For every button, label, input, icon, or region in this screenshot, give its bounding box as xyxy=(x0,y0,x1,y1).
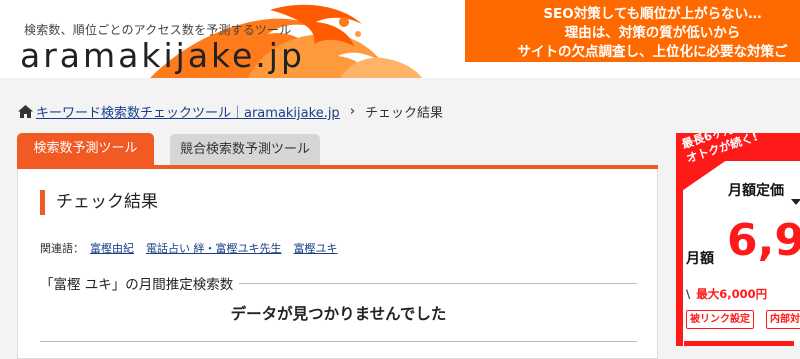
monthly-heading: 「富樫 ユキ」の月間推定検索数 xyxy=(40,273,240,293)
breadcrumb: キーワード検索数チェックツール｜aramakijake.jp › チェック結果 xyxy=(18,102,443,121)
ad-price: 6,9 xyxy=(727,215,800,266)
breadcrumb-current: チェック結果 xyxy=(365,106,444,121)
caret-down-icon xyxy=(791,199,800,205)
promo-banner[interactable]: SEO対策しても順位が上がらない… 理由は、対策の質が低いから サイトの欠点調査… xyxy=(465,0,800,62)
related-keywords: 関連語： 富樫由紀 電話占い 絆・富樫ユキ先生 富樫ユキ xyxy=(40,240,338,256)
related-link-3[interactable]: 富樫ユキ xyxy=(294,242,338,255)
divider xyxy=(40,341,637,342)
banner-line-2: 理由は、対策の質が低いから xyxy=(564,25,741,41)
ad-discount: \ 最大6,000円 xyxy=(686,286,767,302)
ad-price-label: 月額定価 xyxy=(728,183,784,199)
related-link-1[interactable]: 富樫由紀 xyxy=(90,242,134,255)
site-logo[interactable]: aramakijake.jp xyxy=(20,36,305,75)
ad-slash: \ xyxy=(686,287,691,301)
result-panel: チェック結果 関連語： 富樫由紀 電話占い 絆・富樫ユキ先生 富樫ユキ 「富樫 ユキ」… xyxy=(17,169,658,359)
section-title: チェック結果 xyxy=(40,190,158,215)
ad-chip-internal: 内部対 xyxy=(766,310,800,329)
tab-search-volume-tool[interactable]: 検索数予測ツール xyxy=(17,133,154,165)
no-data-message: データが見つかりませんでした xyxy=(230,305,447,323)
related-label: 関連語： xyxy=(40,242,84,255)
breadcrumb-home-link[interactable]: キーワード検索数チェックツール｜aramakijake.jp xyxy=(36,102,340,121)
ad-monthly-label: 月額 xyxy=(686,251,714,267)
home-icon xyxy=(18,105,33,118)
monthly-heading-row: 「富樫 ユキ」の月間推定検索数 xyxy=(40,273,637,293)
site-header: 検索数、順位ごとのアクセス数を予測するツール aramakijake.jp SE… xyxy=(0,0,800,78)
chevron-right-icon: › xyxy=(349,104,356,119)
side-ad-banner[interactable]: 最長6ヶ月 オトクが続く! 月額定価 月額 6,9 \ 最大6,000円 被リンク… xyxy=(676,133,800,346)
tab-competitor-search-tool[interactable]: 競合検索数予測ツール xyxy=(170,134,320,165)
ad-footer-bar xyxy=(684,341,794,346)
banner-line-3: サイトの欠点調査し、上位化に必要な対策ご xyxy=(517,44,788,60)
banner-line-1: SEO対策しても順位が上がらない… xyxy=(543,6,762,22)
ad-discount-text: 最大6,000円 xyxy=(696,287,768,301)
related-link-2[interactable]: 電話占い 絆・富樫ユキ先生 xyxy=(146,242,282,255)
ad-chip-backlink: 被リンク設定 xyxy=(686,310,754,329)
